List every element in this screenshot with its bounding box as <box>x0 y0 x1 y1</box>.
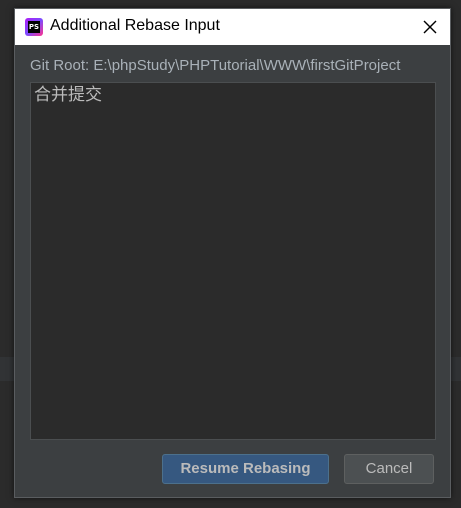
cancel-button[interactable]: Cancel <box>344 454 434 484</box>
dialog-titlebar: PS Additional Rebase Input <box>15 9 450 45</box>
close-button[interactable] <box>416 13 444 41</box>
phpstorm-icon-letters: PS <box>28 21 40 33</box>
resume-rebasing-button[interactable]: Resume Rebasing <box>162 454 329 484</box>
rebase-input-dialog: PS Additional Rebase Input Git Root: E:\… <box>14 8 451 498</box>
rebase-input-textarea[interactable]: 合并提交 <box>30 82 436 440</box>
phpstorm-icon: PS <box>25 18 43 36</box>
close-icon <box>423 20 437 34</box>
dialog-title: Additional Rebase Input <box>50 17 220 34</box>
git-root-label: Git Root: E:\phpStudy\PHPTutorial\WWW\fi… <box>30 57 401 74</box>
